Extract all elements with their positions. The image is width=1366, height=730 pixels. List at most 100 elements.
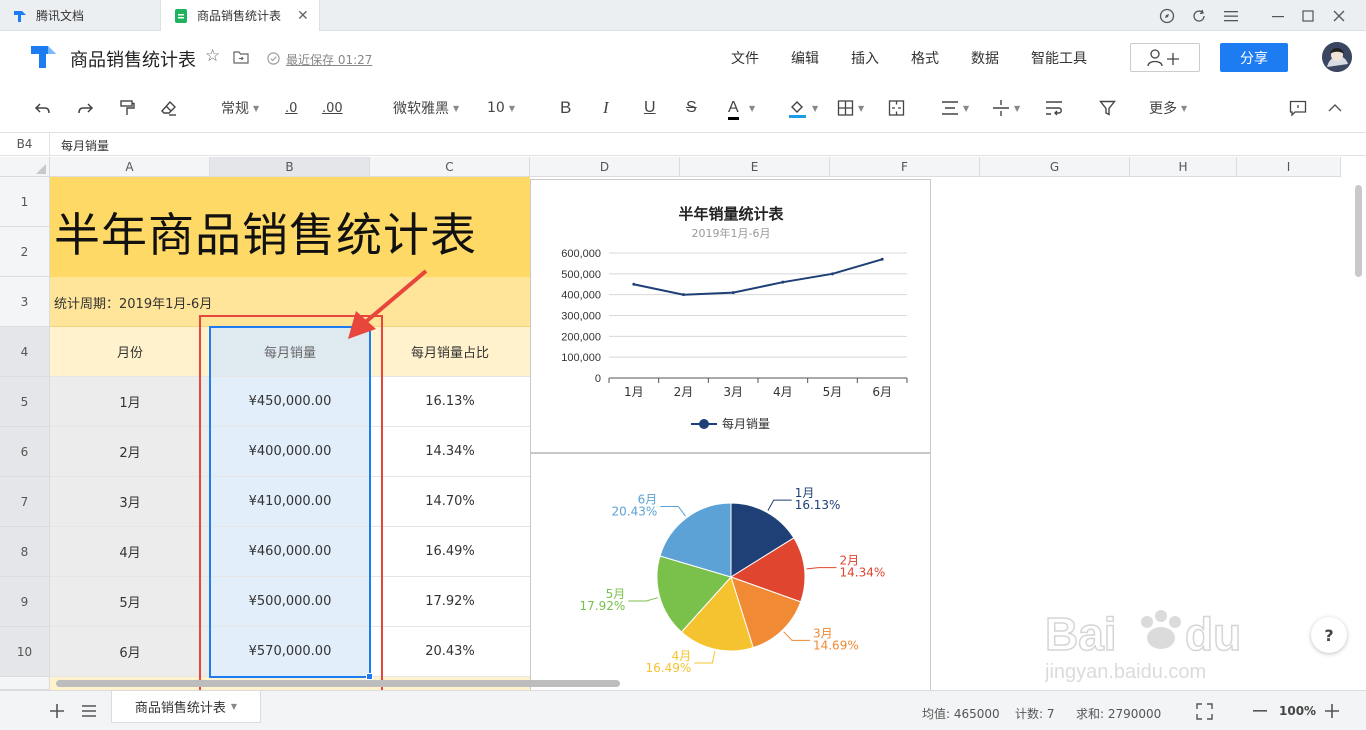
- minimize-icon[interactable]: [1268, 6, 1288, 26]
- comment-icon[interactable]: [1289, 98, 1307, 118]
- month-cell[interactable]: 2月: [50, 427, 210, 477]
- sales-cell[interactable]: ¥410,000.00: [210, 477, 370, 527]
- menu-insert[interactable]: 插入: [851, 48, 879, 68]
- font-family-dropdown[interactable]: 微软雅黑 ▼: [393, 98, 459, 118]
- borders-icon[interactable]: [837, 98, 854, 118]
- compass-icon[interactable]: [1157, 6, 1177, 26]
- document-title[interactable]: 商品销售统计表: [70, 46, 196, 72]
- maximize-icon[interactable]: [1298, 6, 1318, 26]
- month-cell[interactable]: 1月: [50, 377, 210, 427]
- add-collaborator-button[interactable]: [1130, 43, 1200, 72]
- refresh-icon[interactable]: [1189, 6, 1209, 26]
- ratio-cell[interactable]: 16.49%: [370, 527, 530, 577]
- column-header-a[interactable]: A: [50, 157, 210, 177]
- undo-icon[interactable]: [34, 98, 52, 118]
- move-folder-icon[interactable]: [233, 50, 249, 64]
- help-button[interactable]: ?: [1311, 617, 1347, 653]
- ratio-cell[interactable]: 17.92%: [370, 577, 530, 627]
- underline-button[interactable]: U: [644, 98, 656, 118]
- column-header-b[interactable]: B: [210, 157, 370, 177]
- row-header-9[interactable]: 9: [0, 577, 50, 627]
- ratio-cell[interactable]: 20.43%: [370, 627, 530, 677]
- row-header-5[interactable]: 5: [0, 377, 50, 427]
- select-all-corner[interactable]: [0, 157, 50, 177]
- bold-button[interactable]: B: [560, 98, 571, 118]
- line-chart-legend[interactable]: 每月销量: [691, 415, 770, 432]
- horizontal-align-dropdown-icon[interactable]: ▼: [963, 98, 969, 118]
- avatar[interactable]: [1322, 42, 1352, 72]
- italic-button[interactable]: I: [603, 98, 609, 118]
- menu-file[interactable]: 文件: [731, 48, 759, 68]
- zoom-level[interactable]: 100%: [1279, 704, 1316, 718]
- vertical-scrollbar[interactable]: [1350, 177, 1366, 677]
- horizontal-scrollbar[interactable]: [50, 677, 1341, 690]
- tencent-docs-logo-icon[interactable]: [28, 44, 58, 70]
- sales-cell[interactable]: ¥500,000.00: [210, 577, 370, 627]
- line-chart[interactable]: 半年销量统计表 2019年1月-6月 600,000 500,000 400,000…: [530, 179, 931, 453]
- clear-format-icon[interactable]: [160, 98, 178, 118]
- wrap-text-icon[interactable]: [1045, 98, 1063, 118]
- sheet-tab-active[interactable]: 商品销售统计表 ▼: [111, 691, 261, 723]
- merge-cells-icon[interactable]: [888, 98, 905, 118]
- share-button[interactable]: 分享: [1220, 43, 1288, 72]
- font-size-dropdown[interactable]: 10 ▼: [487, 98, 515, 118]
- pie-chart[interactable]: 1月 16.13% 2月 14.34% 3月 14.69% 4月 16.49% 5月 17.92%…: [530, 453, 931, 690]
- month-cell[interactable]: 3月: [50, 477, 210, 527]
- row-header-7[interactable]: 7: [0, 477, 50, 527]
- tab-tencent-docs[interactable]: 腾讯文档: [0, 0, 160, 31]
- format-painter-icon[interactable]: [118, 98, 136, 118]
- row-header-4[interactable]: 4: [0, 327, 50, 377]
- fill-color-icon[interactable]: [788, 98, 808, 118]
- increase-decimal-button[interactable]: .00: [322, 98, 343, 118]
- collapse-toolbar-icon[interactable]: [1328, 98, 1342, 118]
- fullscreen-icon[interactable]: [1196, 703, 1213, 720]
- ratio-cell[interactable]: 14.34%: [370, 427, 530, 477]
- period-cell[interactable]: 统计周期：2019年1月-6月: [50, 277, 530, 327]
- column-header-d[interactable]: D: [530, 157, 680, 177]
- formula-input[interactable]: 每月销量: [61, 137, 109, 154]
- zoom-in-icon[interactable]: [1325, 704, 1339, 718]
- header-month[interactable]: 月份: [50, 327, 210, 377]
- row-header-6[interactable]: 6: [0, 427, 50, 477]
- row-header-2[interactable]: 2: [0, 227, 50, 277]
- sheet-list-icon[interactable]: [81, 704, 97, 718]
- strikethrough-button[interactable]: S: [686, 98, 697, 118]
- filter-icon[interactable]: [1099, 98, 1116, 118]
- sales-cell[interactable]: ¥400,000.00: [210, 427, 370, 477]
- month-cell[interactable]: 6月: [50, 627, 210, 677]
- font-color-button[interactable]: A: [728, 98, 739, 120]
- menu-format[interactable]: 格式: [911, 48, 939, 68]
- row-header-3[interactable]: 3: [0, 277, 50, 327]
- horizontal-scroll-thumb[interactable]: [56, 680, 620, 687]
- sheet-tab-dropdown-icon[interactable]: ▼: [231, 702, 237, 711]
- tab-sheet[interactable]: 商品销售统计表 ✕: [160, 0, 320, 31]
- column-header-e[interactable]: E: [680, 157, 830, 177]
- column-header-i[interactable]: I: [1237, 157, 1341, 177]
- borders-dropdown-icon[interactable]: ▼: [858, 98, 864, 118]
- column-header-c[interactable]: C: [370, 157, 530, 177]
- vertical-align-icon[interactable]: [992, 98, 1010, 118]
- sales-cell[interactable]: ¥450,000.00: [210, 377, 370, 427]
- star-icon[interactable]: ☆: [205, 46, 220, 66]
- row-header-10[interactable]: 10: [0, 627, 50, 677]
- column-header-g[interactable]: G: [980, 157, 1130, 177]
- more-tools-dropdown[interactable]: 更多 ▼: [1149, 98, 1187, 118]
- font-color-dropdown-icon[interactable]: ▼: [749, 98, 755, 118]
- vertical-scroll-thumb[interactable]: [1355, 185, 1362, 277]
- fill-color-dropdown-icon[interactable]: ▼: [812, 98, 818, 118]
- cell-reference[interactable]: B4: [0, 133, 50, 155]
- sales-cell[interactable]: ¥570,000.00: [210, 627, 370, 677]
- redo-icon[interactable]: [76, 98, 94, 118]
- number-format-dropdown[interactable]: 常规 ▼: [221, 98, 259, 118]
- column-header-h[interactable]: H: [1130, 157, 1237, 177]
- decrease-decimal-button[interactable]: .0: [285, 98, 297, 118]
- ratio-cell[interactable]: 16.13%: [370, 377, 530, 427]
- zoom-out-icon[interactable]: [1253, 710, 1267, 713]
- menu-edit[interactable]: 编辑: [791, 48, 819, 68]
- row-header-8[interactable]: 8: [0, 527, 50, 577]
- close-window-icon[interactable]: [1329, 6, 1349, 26]
- month-cell[interactable]: 4月: [50, 527, 210, 577]
- vertical-align-dropdown-icon[interactable]: ▼: [1014, 98, 1020, 118]
- horizontal-align-icon[interactable]: [941, 98, 959, 118]
- month-cell[interactable]: 5月: [50, 577, 210, 627]
